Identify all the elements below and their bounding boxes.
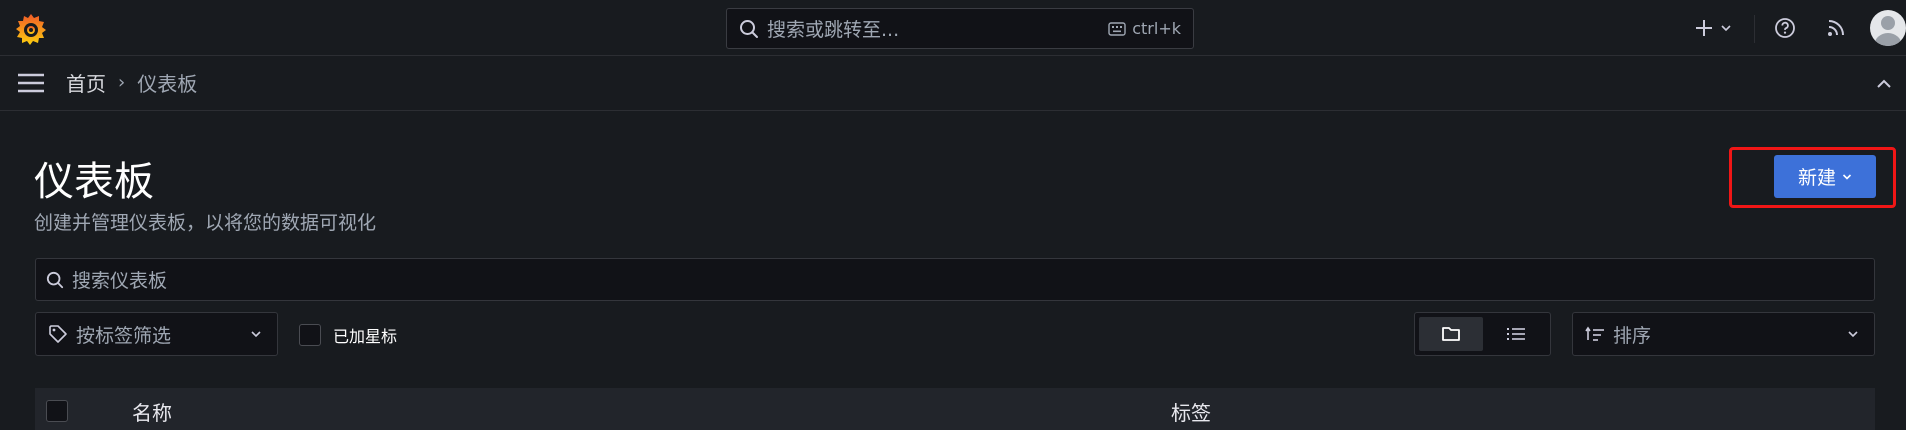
plus-icon [1694,18,1714,38]
main-content: 仪表板 创建并管理仪表板，以将您的数据可视化 新建 搜索仪表板 按标签筛选 已加… [0,111,1906,430]
starred-filter[interactable]: 已加星标 [299,323,397,347]
tag-filter-label: 按标签筛选 [76,324,172,347]
rss-icon[interactable] [1826,0,1846,56]
sort-select[interactable]: 排序 [1572,312,1875,356]
tag-icon [48,324,68,344]
chevron-up-icon[interactable] [1872,72,1896,96]
sort-label: 排序 [1613,324,1652,347]
shortcut-text: ctrl+k [1132,19,1181,38]
select-all-checkbox[interactable] [46,400,68,422]
dashboard-search-placeholder: 搜索仪表板 [72,270,168,292]
starred-label: 已加星标 [333,327,398,346]
sort-icon [1585,326,1605,342]
help-icon[interactable] [1774,0,1796,56]
highlight-box: 新建 [1729,147,1896,208]
starred-checkbox[interactable] [299,324,321,346]
folder-view-button[interactable] [1419,317,1483,351]
chevron-down-icon [1720,22,1732,34]
breadcrumb-home[interactable]: 首页 [66,68,106,97]
top-bar: 搜索或跳转至... ctrl+k [0,0,1906,56]
shortcut-hint: ctrl+k [1108,19,1181,38]
search-icon [46,271,64,289]
tag-filter-select[interactable]: 按标签筛选 [35,312,278,356]
new-menu-button[interactable] [1694,0,1732,56]
divider [1754,15,1755,43]
keyboard-icon [1108,21,1126,36]
view-toggle [1414,312,1551,356]
new-dashboard-button[interactable]: 新建 [1774,155,1876,198]
global-search-input[interactable]: 搜索或跳转至... ctrl+k [726,8,1194,49]
breadcrumb-separator: › [118,72,126,93]
column-header-name[interactable]: 名称 [132,397,172,426]
dashboard-search-input[interactable]: 搜索仪表板 [35,258,1875,301]
page-subtitle: 创建并管理仪表板，以将您的数据可视化 [34,212,377,234]
list-icon [1506,326,1526,342]
chevron-down-icon [1846,327,1860,341]
chevron-down-icon [1842,172,1852,182]
global-search-placeholder: 搜索或跳转至... [767,19,900,41]
breadcrumb-bar: 首页 › 仪表板 [0,56,1906,111]
avatar[interactable] [1870,10,1906,46]
breadcrumb-current: 仪表板 [137,72,198,96]
folder-icon [1441,325,1461,343]
grafana-logo-icon[interactable] [14,12,48,46]
menu-icon[interactable] [16,71,46,95]
chevron-down-icon [249,327,263,341]
list-view-button[interactable] [1485,317,1547,351]
table-header: 名称 标签 [35,388,1875,430]
new-button-label: 新建 [1797,167,1836,189]
page-title: 仪表板 [34,159,154,205]
breadcrumb: 首页 › 仪表板 [66,68,197,97]
column-header-tags: 标签 [1171,401,1211,425]
search-icon [739,19,759,39]
